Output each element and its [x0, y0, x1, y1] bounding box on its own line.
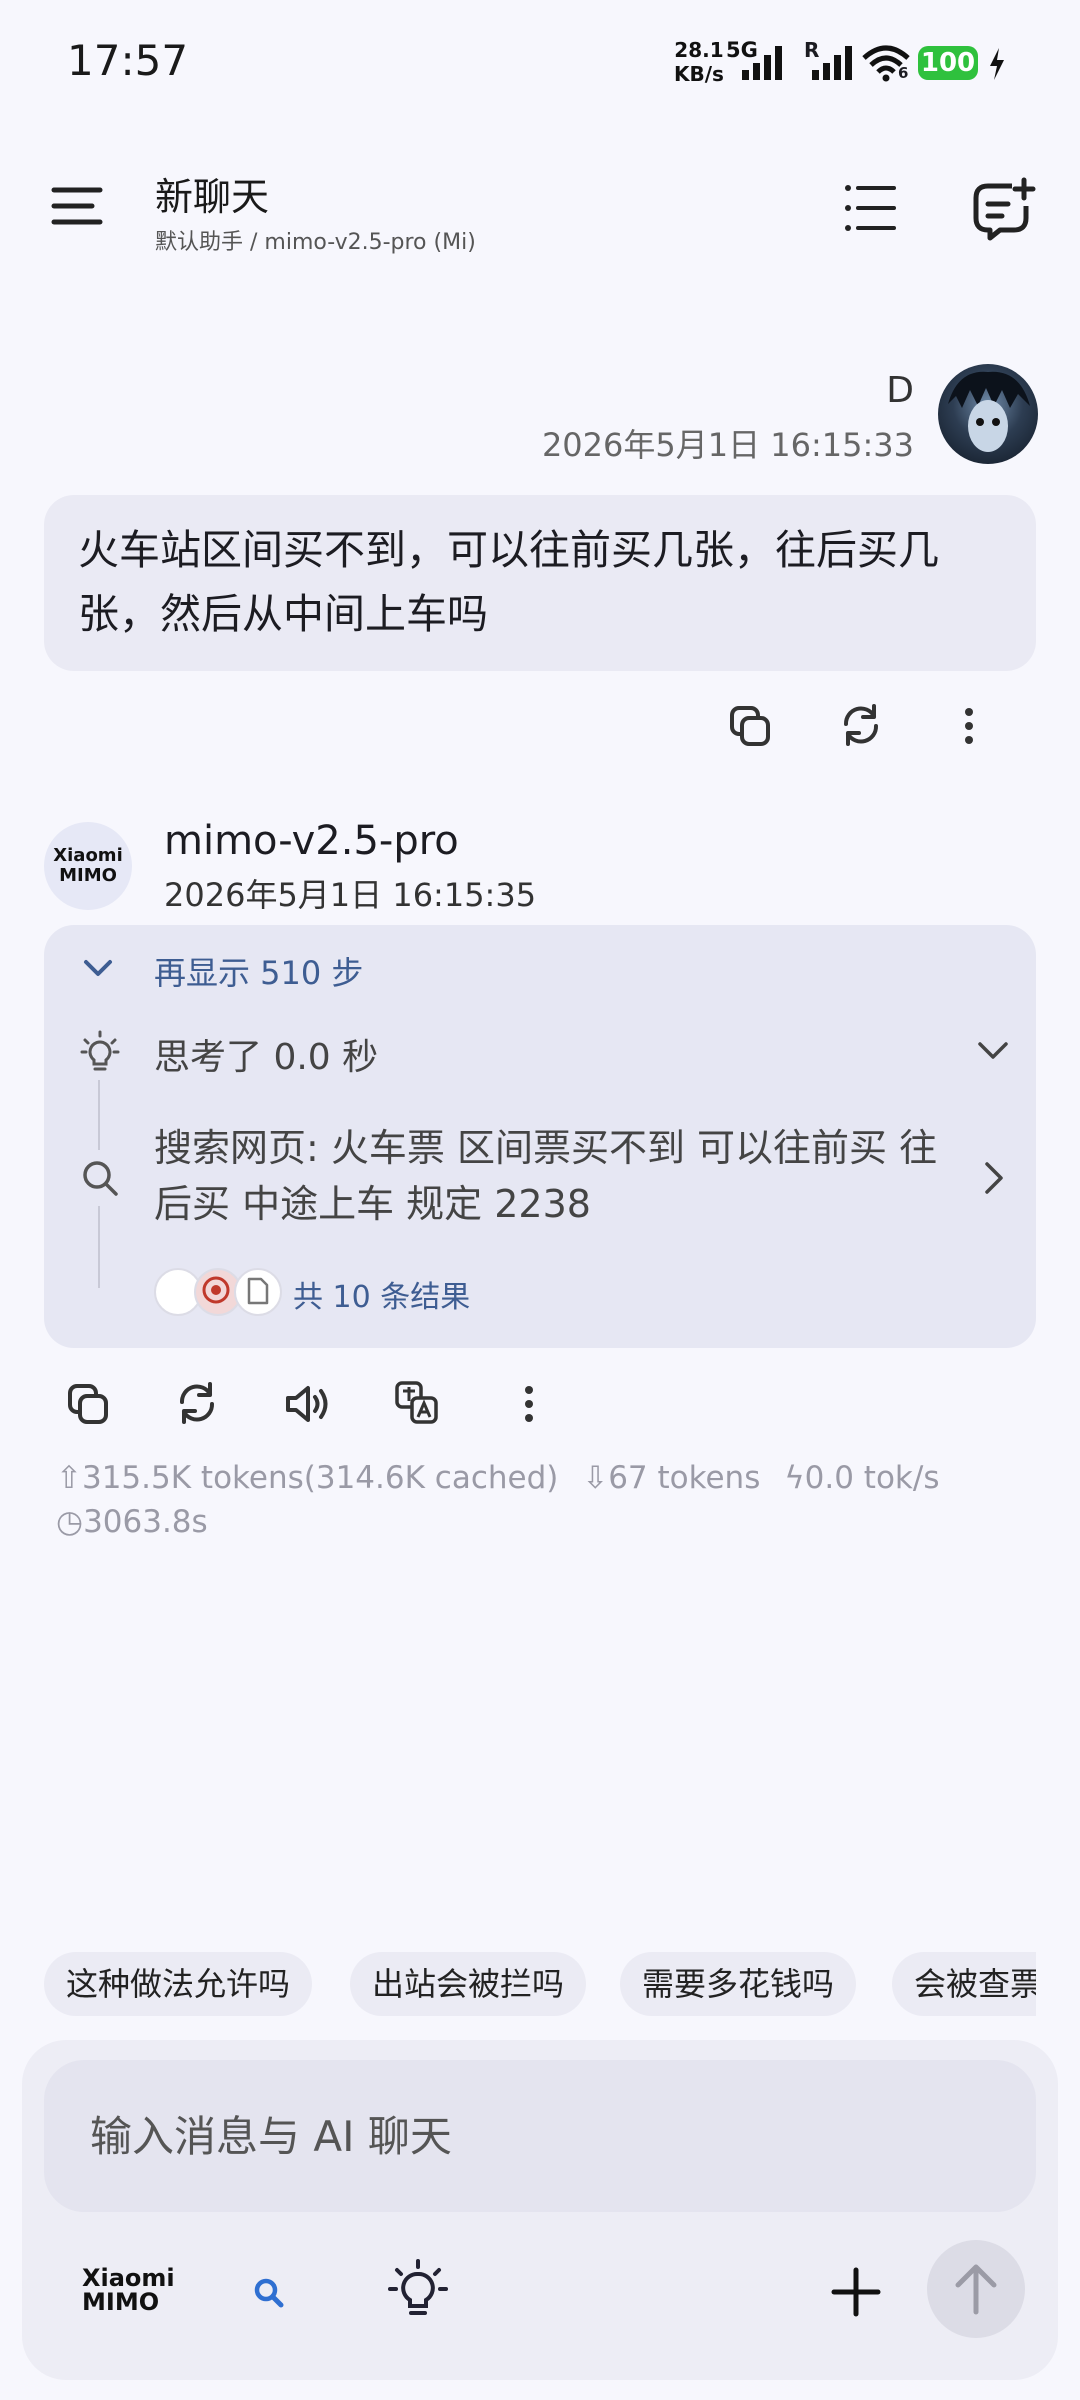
copy-icon[interactable] [728, 704, 772, 748]
user-message-timestamp: 2026年5月1日 16:15:33 [541, 426, 914, 464]
network-speed: 28.1 KB/s [674, 38, 724, 86]
message-input[interactable] [44, 2060, 1036, 2212]
chevron-right-icon[interactable] [982, 1160, 1006, 1196]
user-avatar[interactable] [938, 364, 1038, 464]
send-button[interactable] [927, 2240, 1025, 2338]
speaker-icon[interactable] [284, 1382, 332, 1426]
model-logo-button[interactable]: Xiaomi MIMO [82, 2266, 175, 2314]
status-time: 17:57 [67, 36, 189, 85]
lightbulb-icon [80, 1030, 120, 1071]
more-options-icon[interactable] [954, 704, 984, 748]
arrow-up-icon [955, 2264, 997, 2315]
expand-thinking-chevron-icon[interactable] [976, 1038, 1010, 1064]
list-icon[interactable] [842, 180, 898, 236]
assistant-message-timestamp: 2026年5月1日 16:15:35 [164, 876, 537, 914]
search-results-count[interactable]: 共 10 条结果 [293, 1272, 470, 1316]
new-chat-icon[interactable] [968, 176, 1036, 242]
regenerate-icon[interactable] [838, 702, 884, 748]
assistant-model-subtitle[interactable]: 默认助手 / mimo-v2.5-pro (Mi) [155, 224, 476, 256]
model-avatar-logo-line2: MIMO [59, 865, 117, 886]
token-stats: ⇧315.5K tokens(314.6K cached) ⇩67 tokens… [56, 1460, 939, 1496]
battery-indicator: 100 [918, 46, 978, 80]
suggestion-chip[interactable]: 这种做法允许吗 [44, 1952, 313, 2016]
token-speed: 0.0 tok/s [804, 1460, 940, 1496]
model-avatar-logo-line1: Xiaomi [53, 845, 123, 866]
model-name: mimo-v2.5-pro [164, 818, 459, 864]
chevron-down-icon[interactable] [82, 954, 114, 982]
suggestion-chip[interactable]: 需要多花钱吗 [620, 1952, 857, 2016]
signal-icon-2 [812, 46, 852, 80]
model-logo-line2: MIMO [82, 2288, 160, 2316]
add-attachment-icon[interactable] [830, 2266, 882, 2318]
model-avatar: Xiaomi MIMO [44, 822, 132, 910]
suggestion-chip[interactable]: 出站会被拦吗 [350, 1952, 587, 2016]
duration-stats: ◷3063.8s [56, 1504, 208, 1540]
copy-icon[interactable] [66, 1382, 110, 1426]
user-name: D [886, 370, 914, 411]
network-speed-unit: KB/s [674, 62, 724, 86]
page-title: 新聊天 [155, 175, 270, 219]
more-options-icon[interactable] [514, 1382, 544, 1426]
download-arrow-icon: ⇩ [582, 1460, 609, 1496]
wifi-band-label: 6 [898, 64, 909, 82]
lightning-icon: ϟ [784, 1460, 805, 1496]
translate-icon[interactable] [394, 1380, 440, 1426]
show-more-steps-button[interactable]: 再显示 510 步 [154, 948, 363, 994]
web-search-toggle-icon[interactable] [252, 2276, 286, 2310]
output-tokens: 67 tokens [608, 1460, 761, 1496]
reasoning-toggle-icon[interactable] [386, 2258, 450, 2322]
search-icon [83, 1161, 118, 1196]
response-duration: 3063.8s [83, 1504, 208, 1540]
menu-icon[interactable] [50, 184, 106, 232]
web-search-step[interactable]: 搜索网页: 火车票 区间票买不到 可以往前买 往后买 中途上车 规定 2238 [154, 1120, 954, 1232]
model-logo-line1: Xiaomi [82, 2264, 175, 2292]
charging-icon [990, 48, 1004, 80]
clock-icon: ◷ [56, 1504, 84, 1540]
upload-arrow-icon: ⇧ [56, 1460, 82, 1496]
network-speed-value: 28.1 [674, 38, 724, 62]
timeline-connector [98, 1080, 100, 1150]
user-message-text: 火车站区间买不到，可以往前买几张，往后买几张，然后从中间上车吗 [78, 526, 939, 638]
thinking-duration[interactable]: 思考了 0.0 秒 [154, 1028, 378, 1080]
signal-icon [742, 46, 782, 80]
input-tokens: 315.5K tokens(314.6K cached) [81, 1460, 559, 1496]
timeline-connector-2 [98, 1206, 100, 1288]
regenerate-icon[interactable] [174, 1380, 220, 1426]
document-icon [234, 1268, 282, 1316]
suggestion-chip[interactable]: 会被查票吗 [892, 1952, 1036, 2016]
